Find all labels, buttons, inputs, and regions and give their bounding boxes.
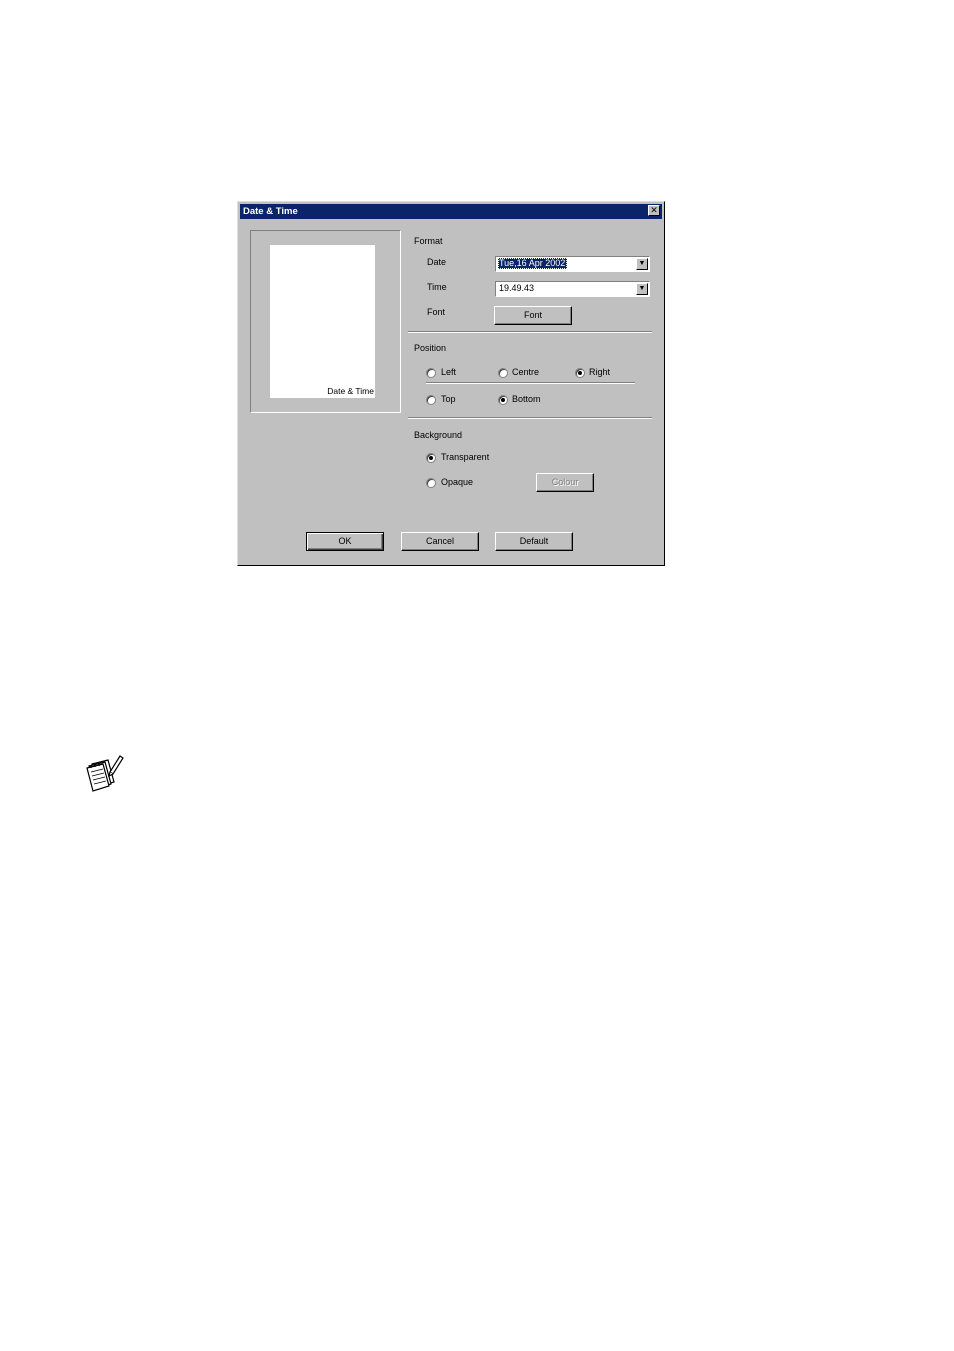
- ok-button[interactable]: OK: [306, 532, 384, 551]
- radio-top-label[interactable]: Top: [441, 394, 456, 404]
- date-format-value: Tue,16 Apr 2002: [498, 258, 568, 269]
- radio-transparent-label[interactable]: Transparent: [441, 452, 489, 462]
- position-heading: Position: [414, 343, 447, 353]
- separator-background: [408, 417, 652, 419]
- chevron-down-icon[interactable]: ▼: [636, 283, 648, 295]
- radio-selected-dot: [501, 398, 505, 402]
- preview-frame: Date & Time: [250, 230, 401, 413]
- colour-button[interactable]: Colour: [536, 473, 594, 492]
- background-heading: Background: [414, 430, 463, 440]
- radio-selected-dot: [578, 371, 582, 375]
- dialog-title: Date & Time: [243, 206, 298, 217]
- radio-top[interactable]: [426, 395, 436, 405]
- date-time-dialog: Date & Time ✕ Date & Time Format Date Tu…: [237, 201, 665, 566]
- font-button-label: Font: [523, 310, 542, 320]
- close-button[interactable]: ✕: [648, 205, 660, 216]
- cancel-button[interactable]: Cancel: [401, 532, 479, 551]
- radio-transparent[interactable]: [426, 453, 436, 463]
- default-button-label: Default: [519, 536, 549, 546]
- preview-page: Date & Time: [270, 245, 375, 398]
- radio-opaque[interactable]: [426, 478, 436, 488]
- time-format-dropdown[interactable]: 19.49.43 ▼: [495, 281, 650, 297]
- default-button[interactable]: Default: [495, 532, 573, 551]
- font-button[interactable]: Font: [494, 306, 572, 325]
- date-label: Date: [427, 257, 447, 267]
- date-format-dropdown[interactable]: Tue,16 Apr 2002 ▼: [495, 256, 650, 272]
- radio-centre[interactable]: [498, 368, 508, 378]
- font-label: Font: [427, 307, 446, 317]
- title-bar[interactable]: Date & Time ✕: [240, 204, 662, 219]
- close-icon: ✕: [650, 205, 658, 215]
- preview-date-time-text: Date & Time: [327, 386, 374, 396]
- colour-button-label: Colour: [551, 477, 579, 487]
- radio-left-label[interactable]: Left: [441, 367, 456, 377]
- cancel-button-label: Cancel: [425, 536, 454, 546]
- ok-button-label: OK: [338, 536, 352, 546]
- radio-opaque-label[interactable]: Opaque: [441, 477, 473, 487]
- radio-right-label[interactable]: Right: [589, 367, 610, 377]
- radio-bottom[interactable]: [498, 395, 508, 405]
- time-label: Time: [427, 282, 447, 292]
- radio-bottom-label[interactable]: Bottom: [512, 394, 541, 404]
- radio-centre-label[interactable]: Centre: [512, 367, 539, 377]
- format-heading: Format: [414, 236, 443, 246]
- radio-left[interactable]: [426, 368, 436, 378]
- radio-selected-dot: [429, 456, 433, 460]
- chevron-down-icon[interactable]: ▼: [636, 258, 648, 270]
- separator-position: [426, 382, 635, 384]
- separator-format: [408, 331, 652, 333]
- note-pad-pencil-icon: [86, 755, 124, 792]
- time-format-value: 19.49.43: [499, 283, 535, 293]
- radio-right[interactable]: [575, 368, 585, 378]
